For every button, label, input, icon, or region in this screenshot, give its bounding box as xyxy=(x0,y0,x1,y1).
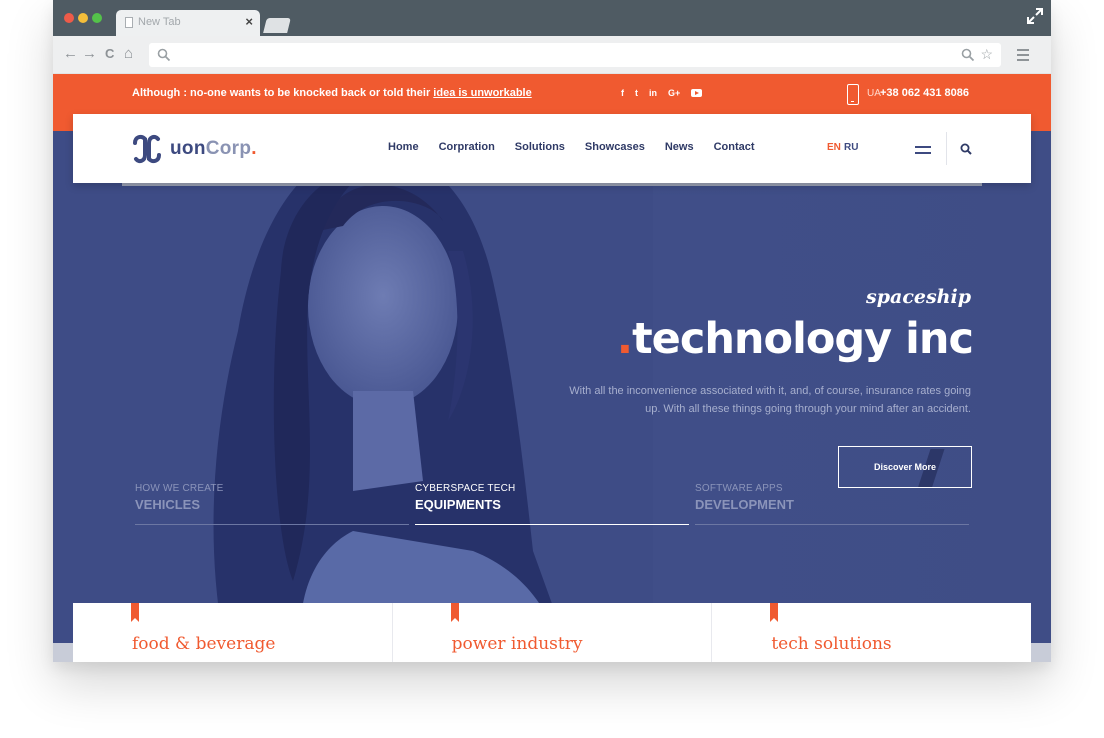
new-tab-button[interactable] xyxy=(263,18,291,33)
service-cards: food & beverage power industry tech solu… xyxy=(73,603,1031,662)
minimize-window-button[interactable] xyxy=(78,13,88,23)
bookmark-ribbon-icon xyxy=(450,603,459,622)
search-icon xyxy=(157,48,171,62)
nav-showcases[interactable]: Showcases xyxy=(585,141,645,153)
bookmark-ribbon-icon xyxy=(770,603,779,622)
nav-home[interactable]: Home xyxy=(388,141,419,153)
reload-icon[interactable]: C xyxy=(105,45,114,63)
linkedin-icon[interactable]: in xyxy=(649,86,657,100)
header-underline xyxy=(122,183,982,186)
card-title: food & beverage xyxy=(132,634,276,654)
phone-country: UA xyxy=(867,88,881,99)
header-divider xyxy=(946,132,947,165)
card-title: power industry xyxy=(451,634,583,654)
logo-icon[interactable] xyxy=(131,133,163,165)
maximize-window-button[interactable] xyxy=(92,13,102,23)
browser-toolbar: ← → C ⌂ ☆ xyxy=(53,36,1051,74)
logo-corp: Corp xyxy=(205,138,252,159)
service-card[interactable]: tech solutions xyxy=(712,603,1031,662)
home-icon[interactable]: ⌂ xyxy=(124,45,133,63)
bookmark-star-icon[interactable]: ☆ xyxy=(980,46,993,63)
phone-number[interactable]: +38 062 431 8086 xyxy=(880,87,969,99)
logo-letter-u: u xyxy=(170,138,182,159)
nav-contact[interactable]: Contact xyxy=(714,141,755,153)
zoom-icon[interactable] xyxy=(961,48,975,62)
tab-close-icon[interactable]: × xyxy=(245,14,253,29)
document-icon xyxy=(125,17,133,28)
headline-text: technology inc xyxy=(632,314,974,364)
announcement-prefix: Although : no-one wants to be knocked ba… xyxy=(132,87,434,99)
back-arrow-icon[interactable]: ← xyxy=(63,45,78,63)
discover-more-button[interactable]: Discover More xyxy=(838,446,972,488)
website-page: Although : no-one wants to be knocked ba… xyxy=(53,74,1051,662)
twitter-icon[interactable]: t xyxy=(635,86,638,100)
nav-news[interactable]: News xyxy=(665,141,694,153)
logo-letter-o: o xyxy=(181,138,194,159)
nav-corpration[interactable]: Corpration xyxy=(439,141,495,153)
site-header: uonCorp. Home Corpration Solutions Showc… xyxy=(73,114,1031,183)
hamburger-menu-icon[interactable] xyxy=(915,146,931,158)
fullscreen-icon[interactable] xyxy=(1027,8,1043,24)
browser-menu-icon[interactable] xyxy=(1017,49,1029,64)
youtube-icon[interactable] xyxy=(691,89,703,97)
search-icon[interactable] xyxy=(960,143,972,155)
service-card[interactable]: power industry xyxy=(393,603,713,662)
phone-icon xyxy=(847,84,859,105)
announcement-text: Although : no-one wants to be knocked ba… xyxy=(132,87,532,99)
language-ru[interactable]: RU xyxy=(844,142,858,153)
tab-development[interactable]: SOFTWARE APPS DEVELOPMENT xyxy=(695,483,969,525)
google-plus-icon[interactable]: G+ xyxy=(668,86,680,100)
browser-tab[interactable]: New Tab × xyxy=(116,10,260,36)
logo-letter-n: n xyxy=(193,138,206,159)
card-title: tech solutions xyxy=(771,634,892,654)
main-navigation: Home Corpration Solutions Showcases News… xyxy=(388,141,755,153)
tab-kicker: CYBERSPACE TECH xyxy=(415,483,516,494)
service-card[interactable]: food & beverage xyxy=(73,603,393,662)
headline-accent-dot: . xyxy=(616,314,633,364)
forward-arrow-icon[interactable]: → xyxy=(82,45,97,63)
language-en[interactable]: EN xyxy=(827,142,841,153)
hero-headline: .technology inc xyxy=(616,314,974,364)
url-input[interactable] xyxy=(177,47,957,63)
tab-kicker: HOW WE CREATE xyxy=(135,483,224,494)
discover-more-label: Discover More xyxy=(873,462,937,472)
logo-dot: . xyxy=(251,138,257,159)
tab-equipments[interactable]: CYBERSPACE TECH EQUIPMENTS xyxy=(415,483,689,525)
hero-description: With all the inconvenience associated wi… xyxy=(569,385,971,415)
nav-solutions[interactable]: Solutions xyxy=(515,141,565,153)
announcement-link[interactable]: idea is unworkable xyxy=(433,87,531,99)
tab-vehicles[interactable]: HOW WE CREATE VEHICLES xyxy=(135,483,409,525)
facebook-icon[interactable]: f xyxy=(621,86,624,100)
tab-title: EQUIPMENTS xyxy=(415,497,501,512)
logo-wordmark[interactable]: uonCorp. xyxy=(170,138,257,160)
hero-subtitle: spaceship xyxy=(866,286,971,308)
tab-kicker: SOFTWARE APPS xyxy=(695,483,783,494)
browser-tabbar: New Tab × xyxy=(53,0,1051,36)
browser-window: New Tab × ← → C ⌂ ☆ Although: no-one wa… xyxy=(53,0,1051,662)
social-links: f t in G+ xyxy=(621,86,703,100)
address-bar[interactable]: ☆ xyxy=(149,43,1001,67)
tab-title: VEHICLES xyxy=(135,497,201,512)
bookmark-ribbon-icon xyxy=(131,603,139,622)
close-window-button[interactable] xyxy=(64,13,74,23)
tab-title: DEVELOPMENT xyxy=(695,497,794,512)
tab-title: New Tab xyxy=(138,16,181,28)
hero-section: spaceship .technology inc With all the i… xyxy=(53,131,1051,662)
